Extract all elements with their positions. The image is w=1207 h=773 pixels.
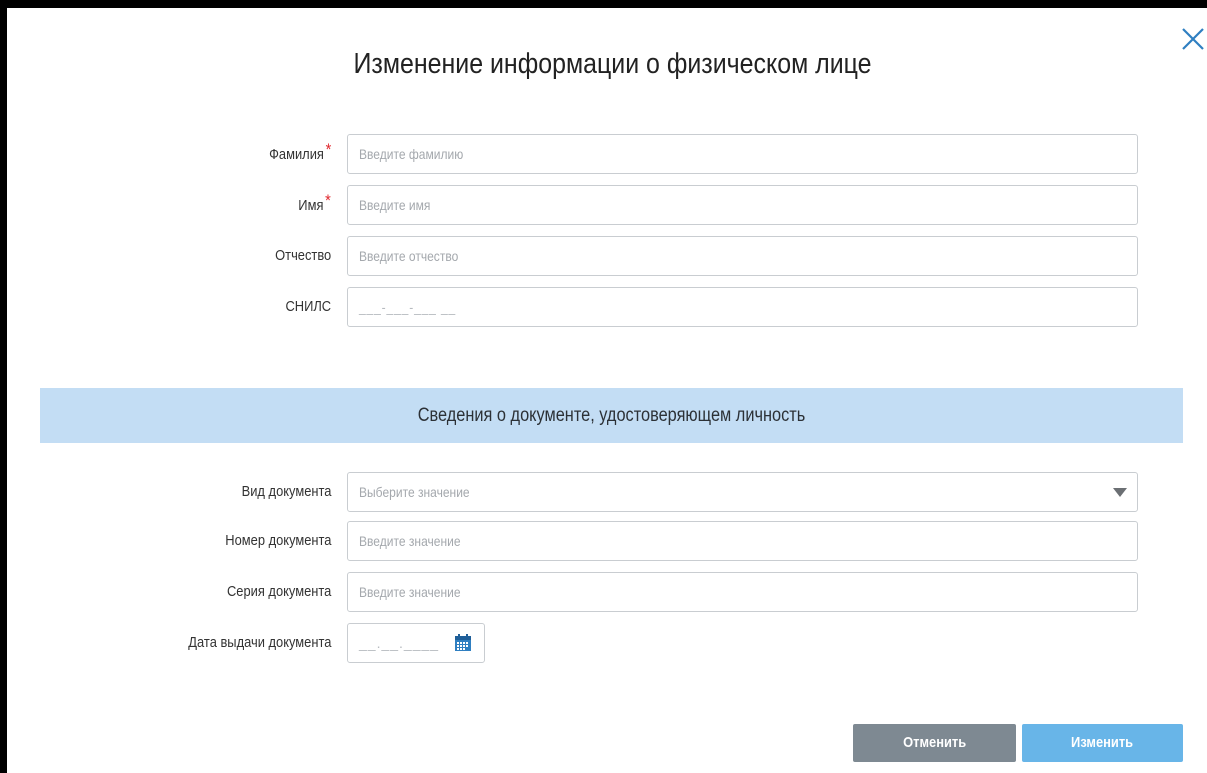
document-section-title: Сведения о документе, удостоверяющем лич…: [417, 405, 806, 426]
surname-input[interactable]: Введите фамилию: [347, 134, 1138, 174]
patronymic-placeholder: Введите отчество: [359, 248, 459, 264]
surname-placeholder: Введите фамилию: [359, 146, 464, 162]
window-frame-top: [0, 0, 1207, 8]
doc-number-row: Номер документа Введите значение: [0, 521, 1207, 561]
name-input[interactable]: Введите имя: [347, 185, 1138, 225]
doc-date-input[interactable]: __.__.____: [347, 623, 485, 663]
patronymic-row: Отчество Введите отчество: [0, 236, 1207, 276]
doc-type-placeholder: Выберите значение: [359, 484, 470, 500]
document-section-header: Сведения о документе, удостоверяющем лич…: [40, 388, 1183, 443]
calendar-icon[interactable]: [454, 634, 472, 652]
submit-button-label: Изменить: [1071, 734, 1134, 751]
doc-number-label: Номер документа: [224, 532, 331, 549]
name-row: Имя * Введите имя: [0, 185, 1207, 225]
snils-row: СНИЛС ___-___-___ __: [0, 287, 1207, 327]
doc-type-label: Вид документа: [241, 483, 331, 500]
doc-series-input[interactable]: Введите значение: [347, 572, 1138, 612]
snils-input[interactable]: ___-___-___ __: [347, 287, 1138, 327]
doc-date-row: Дата выдачи документа __.__.____: [0, 623, 1207, 663]
doc-series-label: Серия документа: [226, 583, 331, 600]
surname-label: Фамилия *: [268, 140, 331, 163]
doc-series-placeholder: Введите значение: [359, 584, 461, 600]
surname-row: Фамилия * Введите фамилию: [0, 134, 1207, 174]
patronymic-label: Отчество: [274, 247, 331, 264]
doc-series-row: Серия документа Введите значение: [0, 572, 1207, 612]
cancel-button[interactable]: Отменить: [853, 724, 1016, 762]
required-marker: *: [325, 191, 331, 210]
required-marker: *: [325, 140, 331, 159]
close-icon[interactable]: [1180, 26, 1206, 52]
doc-number-placeholder: Введите значение: [359, 533, 461, 549]
doc-date-mask: __.__.____: [359, 635, 440, 651]
submit-button[interactable]: Изменить: [1022, 724, 1183, 762]
name-placeholder: Введите имя: [359, 197, 431, 213]
cancel-button-label: Отменить: [902, 734, 967, 751]
doc-date-label: Дата выдачи документа: [187, 634, 331, 651]
doc-type-row: Вид документа Выберите значение: [0, 472, 1207, 512]
patronymic-input[interactable]: Введите отчество: [347, 236, 1138, 276]
snils-label: СНИЛС: [285, 298, 331, 315]
doc-number-input[interactable]: Введите значение: [347, 521, 1138, 561]
dialog-title: Изменение информации о физическом лице: [353, 48, 872, 80]
chevron-down-icon[interactable]: [1113, 488, 1127, 497]
doc-type-select[interactable]: Выберите значение: [347, 472, 1138, 512]
snils-mask: ___-___-___ __: [359, 299, 457, 315]
name-label: Имя *: [298, 191, 331, 214]
